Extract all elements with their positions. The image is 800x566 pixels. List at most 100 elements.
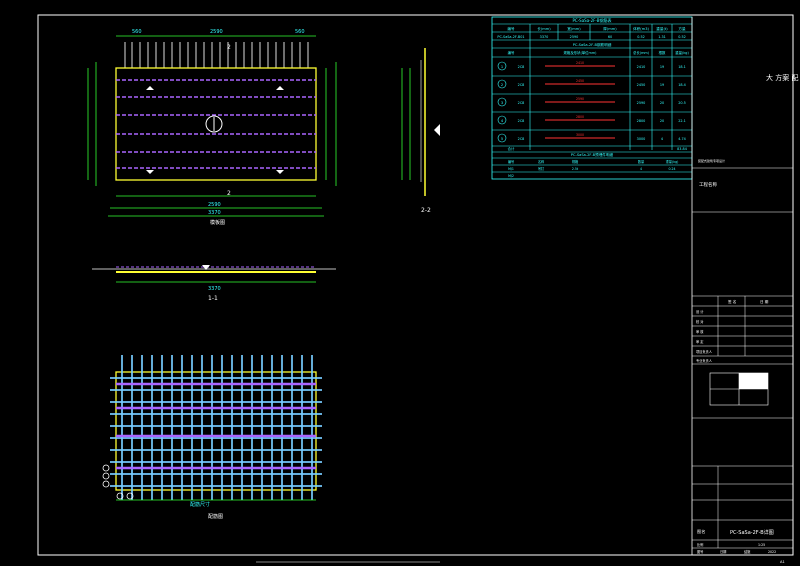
sum-3: 60 xyxy=(608,35,612,39)
svg-text:2590: 2590 xyxy=(637,101,646,105)
section-2-2: 2-2 xyxy=(401,48,440,214)
svg-text:2C8: 2C8 xyxy=(518,137,525,141)
section-2-2-label: 2-2 xyxy=(421,207,431,214)
rebar-row: 2 2C8 2450 2450 19 18.4 xyxy=(497,79,686,89)
svg-text:4.74: 4.74 xyxy=(678,137,686,141)
embed-r1-0: MJ2 xyxy=(508,174,514,178)
svg-text:2C8: 2C8 xyxy=(518,101,525,105)
plan-view-label: 模板图 xyxy=(210,219,225,226)
title-block: 大 方案 配 装配式建筑专项设计 工程名称 签 名 日 期 设 计 校 对 审 … xyxy=(691,17,798,564)
svg-text:20: 20 xyxy=(660,101,664,105)
sub-th-0: 编号 xyxy=(508,50,515,55)
embed-r0-3: 4 xyxy=(640,167,642,171)
embed-th-4: 重量(kg) xyxy=(666,159,679,164)
scale-value: 1:25 xyxy=(758,543,765,547)
th-6: 方量 xyxy=(678,26,686,31)
th-1: 长(mm) xyxy=(537,26,551,31)
svg-text:19: 19 xyxy=(660,83,664,87)
row-label-3: 审 定 xyxy=(696,339,704,344)
sub-th-4: 重量(kg) xyxy=(675,50,689,55)
drawing-no: 结施 xyxy=(744,549,751,554)
svg-text:1: 1 xyxy=(501,65,503,69)
sum-1: 3370 xyxy=(540,35,549,39)
th-0: 编号 xyxy=(507,26,515,31)
svg-text:2C8: 2C8 xyxy=(518,65,525,69)
svg-text:3: 3 xyxy=(501,101,503,105)
embed-th-0: 编号 xyxy=(508,159,514,164)
svg-text:2C8: 2C8 xyxy=(518,83,525,87)
sheet-title-label: 图名 xyxy=(697,528,705,535)
embed-r0-2: 2.5t xyxy=(572,167,579,171)
svg-text:2: 2 xyxy=(501,83,503,87)
sum-5: 1.31 xyxy=(658,35,666,39)
drawing-no-label: 图号 xyxy=(697,549,703,554)
embed-th-1: 名称 xyxy=(538,159,545,164)
sum-6: 0.52 xyxy=(678,35,686,39)
project-label: 工程名称 xyxy=(699,181,717,188)
dim-total: 3370 xyxy=(208,210,221,216)
embed-title: PC-SaSa-2F-B预埋件明细 xyxy=(571,152,614,157)
embed-th-3: 数量 xyxy=(638,159,645,164)
rebar-row: 3 2C8 2590 2590 20 20.5 xyxy=(497,97,686,107)
section-dim: 3370 xyxy=(208,286,221,292)
svg-text:2410: 2410 xyxy=(637,65,646,69)
row-label-2: 审 核 xyxy=(696,329,704,334)
date-value: 2022 xyxy=(768,550,776,554)
sub-th-2: 总长(mm) xyxy=(633,50,650,55)
dim-bottom-inner: 2590 xyxy=(208,202,221,208)
svg-text:2450: 2450 xyxy=(576,79,584,83)
company-name: 大 方案 配 xyxy=(766,73,798,82)
rebar-dim: 配筋尺寸 xyxy=(190,501,210,508)
th-3: 厚(mm) xyxy=(603,26,617,31)
svg-text:2: 2 xyxy=(227,44,231,51)
sub-th-3: 根数 xyxy=(659,50,666,55)
rebar-table: PC-SaSa-2F-B钢筋表 编号 长(mm) 宽(mm) 厚(mm) 体积(… xyxy=(491,16,693,180)
dim-top-left: 560 xyxy=(132,29,142,35)
rebar-row: 5 2C8 3000 3000 4 4.74 xyxy=(497,133,686,143)
col-date: 日 期 xyxy=(760,299,769,304)
section-1-1: 3370 1-1 xyxy=(92,265,336,302)
date-label: 日期 xyxy=(720,549,726,554)
sum-4: 0.52 xyxy=(637,35,645,39)
row-label-0: 设 计 xyxy=(696,309,704,314)
dim-top-right: 560 xyxy=(295,29,305,35)
rebar-plan-label: 配筋图 xyxy=(208,513,223,520)
svg-text:19: 19 xyxy=(660,65,664,69)
col-sign: 签 名 xyxy=(728,299,737,304)
svg-text:2800: 2800 xyxy=(637,119,646,123)
svg-text:18.4: 18.4 xyxy=(678,83,686,87)
scale-label: 比例 xyxy=(697,542,703,547)
svg-text:2C8: 2C8 xyxy=(518,119,525,123)
embed-r0-0: MJ1 xyxy=(508,167,514,171)
svg-text:18.1: 18.1 xyxy=(678,65,686,69)
row-label-4: 项目负责人 xyxy=(696,349,713,354)
svg-text:3000: 3000 xyxy=(576,133,584,137)
svg-text:4: 4 xyxy=(661,137,663,141)
stamp-label: 装配式建筑专项设计 xyxy=(698,158,725,163)
embed-r0-4: 0.24 xyxy=(668,167,675,171)
embed-th-2: 规格 xyxy=(572,159,579,164)
svg-text:2800: 2800 xyxy=(576,115,584,119)
svg-text:2590: 2590 xyxy=(576,97,584,101)
rebar-sub-title: PC-SaSa-2F-B钢筋明细 xyxy=(573,42,612,47)
dim-top-mid: 2590 xyxy=(210,29,223,35)
rebar-row: 4 2C8 2800 2800 20 22.1 xyxy=(497,115,686,125)
svg-text:2450: 2450 xyxy=(637,83,646,87)
sum-2: 2590 xyxy=(570,35,579,39)
svg-text:20.5: 20.5 xyxy=(678,101,686,105)
th-2: 宽(mm) xyxy=(567,26,581,31)
svg-text:2: 2 xyxy=(227,190,231,197)
plan-view: 560 2590 560 2590 3370 模板图 2 2 xyxy=(87,29,337,226)
svg-text:5: 5 xyxy=(501,137,503,141)
svg-text:3000: 3000 xyxy=(637,137,646,141)
embed-r0-1: 吊钉 xyxy=(538,166,545,171)
svg-text:22.1: 22.1 xyxy=(678,119,686,123)
row-label-1: 校 对 xyxy=(696,319,704,324)
drawing-sheet: 560 2590 560 2590 3370 模板图 2 2 2-2 3370 … xyxy=(37,14,798,564)
rebar-table-title: PC-SaSa-2F-B钢筋表 xyxy=(573,17,612,23)
svg-text:20: 20 xyxy=(660,119,664,123)
slab-outline xyxy=(115,67,317,181)
total-value: 83.84 xyxy=(677,147,687,151)
rebar-row: 1 2C8 2410 2410 19 18.1 xyxy=(497,61,686,71)
svg-text:2410: 2410 xyxy=(576,61,584,65)
